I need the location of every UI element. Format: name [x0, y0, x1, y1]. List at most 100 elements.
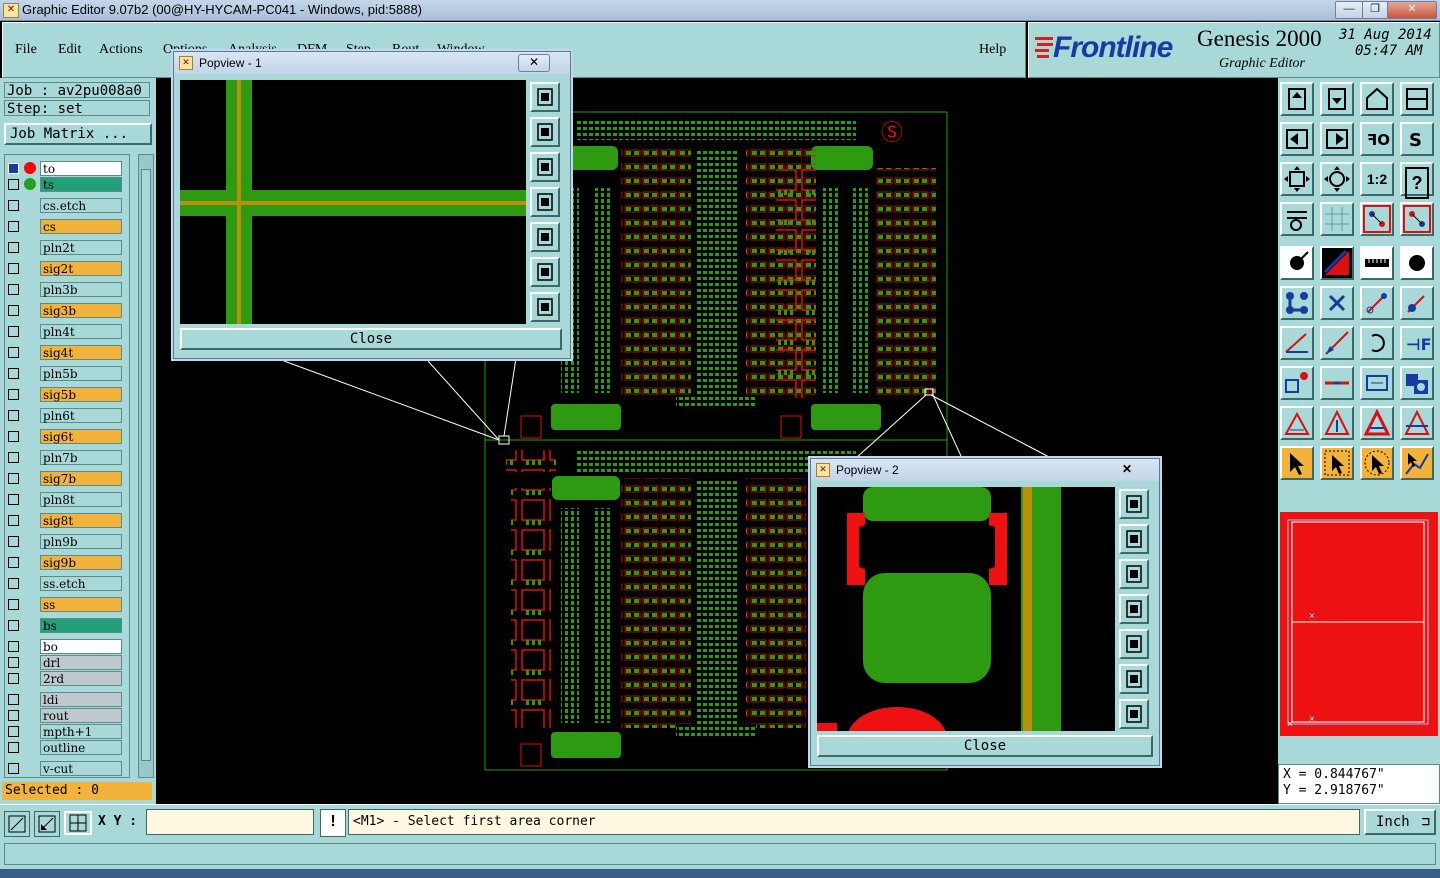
- minimize-icon[interactable]: —: [1335, 1, 1363, 19]
- layer-checkbox[interactable]: [8, 494, 19, 505]
- xy-input[interactable]: [146, 809, 314, 835]
- popview-1-zoom-in-icon[interactable]: [530, 257, 560, 287]
- maximize-icon[interactable]: ❐: [1362, 1, 1388, 19]
- feature-icon[interactable]: ⊣F: [1400, 326, 1434, 360]
- layer-checkbox[interactable]: [8, 326, 19, 337]
- layer-checkbox[interactable]: [8, 179, 19, 190]
- layer-row-mpth-1[interactable]: mpth+1: [6, 724, 124, 740]
- layer-row-sig8t[interactable]: sig8t: [6, 513, 124, 529]
- popview-1-view-up-icon[interactable]: [530, 117, 560, 147]
- triangle-3-icon[interactable]: [1360, 406, 1394, 440]
- add-pad-icon[interactable]: [1400, 286, 1434, 320]
- rotate-icon[interactable]: S: [1400, 122, 1434, 156]
- layer-checkbox[interactable]: [8, 763, 19, 774]
- layer-checkbox[interactable]: [8, 452, 19, 463]
- zoom-out-icon[interactable]: [1320, 162, 1354, 196]
- layer-checkbox[interactable]: [8, 710, 19, 721]
- layer-row-2rd[interactable]: 2rd: [6, 671, 124, 687]
- menu-help[interactable]: Help: [979, 42, 1006, 58]
- layer-checkbox[interactable]: [8, 742, 19, 753]
- help-icon[interactable]: ?: [1400, 162, 1434, 199]
- layer-row-bs[interactable]: bs: [6, 618, 124, 634]
- snap-icon[interactable]: [1280, 246, 1314, 280]
- layer-checkbox[interactable]: [8, 347, 19, 358]
- layer-checkbox[interactable]: [8, 694, 19, 705]
- select-box-icon[interactable]: [1320, 446, 1354, 480]
- popview-2-view-down-icon[interactable]: [1119, 559, 1149, 589]
- popview-2-zoom-fit-icon[interactable]: [1119, 699, 1149, 729]
- layer-checkbox[interactable]: [8, 726, 19, 737]
- layer-checkbox[interactable]: [8, 657, 19, 668]
- popview-2-canvas[interactable]: [817, 487, 1115, 731]
- triangle-4-icon[interactable]: [1400, 406, 1434, 440]
- popview-1-close-icon[interactable]: ✕: [518, 54, 550, 72]
- close-icon[interactable]: ✕: [1387, 1, 1437, 19]
- layer-row-pln6t[interactable]: pln6t: [6, 408, 124, 424]
- zoom-line-icon[interactable]: [34, 811, 60, 837]
- split-view-icon[interactable]: [1400, 82, 1434, 116]
- layer-row-ss[interactable]: ss: [6, 597, 124, 613]
- popview-1-pan-right-icon[interactable]: [530, 222, 560, 252]
- layer-row-to[interactable]: to: [6, 161, 124, 177]
- layer-checkbox[interactable]: [8, 557, 19, 568]
- layer-row-ss-etch[interactable]: ss.etch: [6, 576, 124, 592]
- mirror-icon[interactable]: ꟻO: [1360, 122, 1394, 156]
- layer-row-sig9b[interactable]: sig9b: [6, 555, 124, 571]
- layer-row-sig7b[interactable]: sig7b: [6, 471, 124, 487]
- popview-1-zoom-area-icon[interactable]: [530, 82, 560, 112]
- popview-2-zoom-in-icon[interactable]: [1119, 664, 1149, 694]
- layer-row-cs[interactable]: cs: [6, 219, 124, 235]
- layer-row-sig5b[interactable]: sig5b: [6, 387, 124, 403]
- layer-row-pln8t[interactable]: pln8t: [6, 492, 124, 508]
- connect-icon[interactable]: [1280, 286, 1314, 320]
- layer-checkbox[interactable]: [8, 221, 19, 232]
- popview-2-close-icon[interactable]: ✕: [1111, 461, 1143, 479]
- arc-icon[interactable]: [1360, 326, 1394, 360]
- popview-1-canvas[interactable]: [180, 80, 526, 324]
- layer-checkbox[interactable]: [8, 536, 19, 547]
- select-arrow-icon[interactable]: [1280, 446, 1314, 480]
- split-line-icon[interactable]: [1320, 366, 1354, 400]
- layer-checkbox[interactable]: [8, 578, 19, 589]
- ruler-icon[interactable]: [1360, 246, 1394, 280]
- layer-row-sig4t[interactable]: sig4t: [6, 345, 124, 361]
- popview-2-pan-left-icon[interactable]: [1119, 594, 1149, 624]
- layer-row-rout[interactable]: rout: [6, 708, 124, 724]
- zoom-fit-icon[interactable]: [1280, 162, 1314, 196]
- layer-checkbox[interactable]: [8, 305, 19, 316]
- grid-icon[interactable]: [1320, 202, 1354, 236]
- home-view-icon[interactable]: [1360, 82, 1394, 116]
- popview-2-pan-right-icon[interactable]: [1119, 629, 1149, 659]
- highlight-icon[interactable]: [1320, 246, 1354, 280]
- layer-row-cs-etch[interactable]: cs.etch: [6, 198, 124, 214]
- layer-row-pln9b[interactable]: pln9b: [6, 534, 124, 550]
- layer-row-sig3b[interactable]: sig3b: [6, 303, 124, 319]
- layer-checkbox[interactable]: [8, 599, 19, 610]
- select-net-icon[interactable]: [1400, 446, 1434, 480]
- menu-actions[interactable]: Actions: [99, 42, 143, 58]
- layer-checkbox[interactable]: [8, 284, 19, 295]
- layer-checkbox[interactable]: [8, 263, 19, 274]
- layer-row-v-cut[interactable]: v-cut: [6, 761, 124, 777]
- angle-icon[interactable]: [1280, 326, 1314, 360]
- scrollbar-thumb[interactable]: [141, 169, 151, 761]
- layer-checkbox[interactable]: [8, 242, 19, 253]
- popview-2-zoom-area-icon[interactable]: [1119, 489, 1149, 519]
- shape-icon[interactable]: [1400, 366, 1434, 400]
- layer-toggle-icon[interactable]: [1360, 202, 1394, 236]
- pad-icon[interactable]: [1400, 246, 1434, 280]
- delete-node-icon[interactable]: [1320, 286, 1354, 320]
- layer-checkbox[interactable]: [8, 473, 19, 484]
- net-toggle-icon[interactable]: [1400, 202, 1434, 236]
- layer-scrollbar[interactable]: [138, 154, 154, 778]
- layer-checkbox[interactable]: [8, 673, 19, 684]
- snap-grid-icon[interactable]: [64, 811, 92, 835]
- layer-row-drl[interactable]: drl: [6, 655, 124, 671]
- copy-feature-icon[interactable]: [1280, 366, 1314, 400]
- view-bottom-icon[interactable]: [1320, 82, 1354, 116]
- layer-checkbox[interactable]: [8, 641, 19, 652]
- popview-2-view-up-icon[interactable]: [1119, 524, 1149, 554]
- layer-row-outline[interactable]: outline: [6, 740, 124, 756]
- units-dropdown[interactable]: Inch ⊐: [1364, 809, 1436, 835]
- layer-checkbox[interactable]: [8, 410, 19, 421]
